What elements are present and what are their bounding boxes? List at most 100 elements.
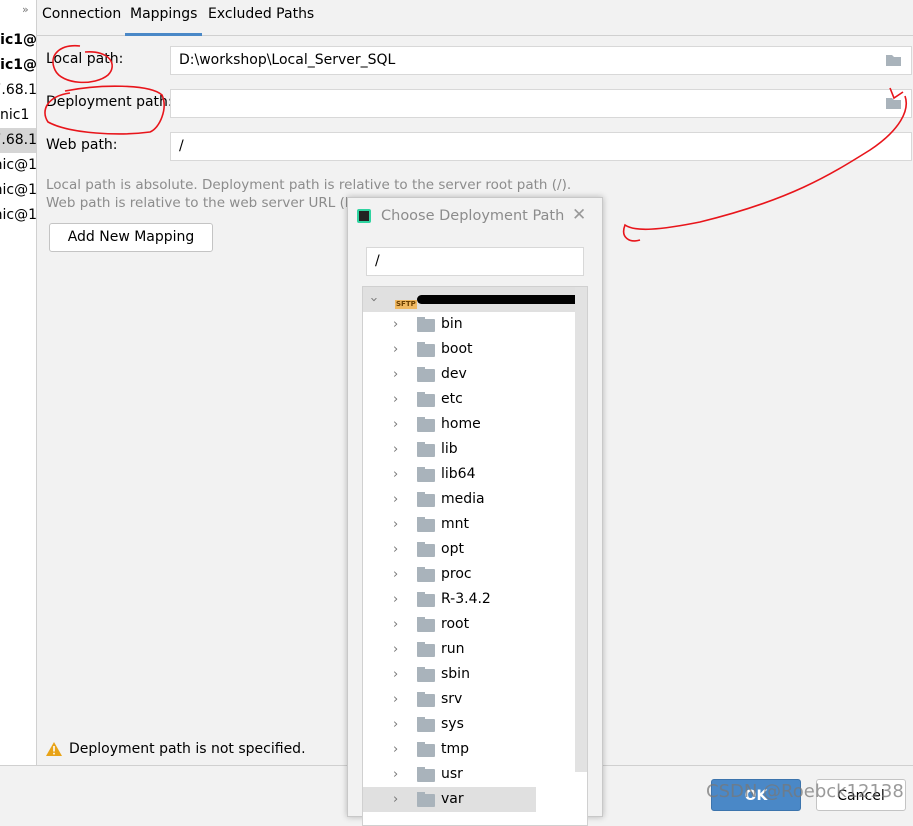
folder-open-icon[interactable]: [885, 97, 903, 110]
dialog-title: Choose Deployment Path: [381, 208, 565, 224]
tree-folder-home[interactable]: › home: [363, 412, 575, 437]
tab-connection[interactable]: Connection: [42, 6, 121, 22]
chevron-right-icon[interactable]: ›: [393, 537, 398, 562]
tab-excluded-paths[interactable]: Excluded Paths: [208, 6, 314, 22]
folder-name: home: [441, 416, 481, 432]
server-name: nic1: [0, 107, 30, 123]
folder-name: bin: [441, 316, 463, 332]
tab-mappings[interactable]: Mappings: [124, 6, 203, 36]
chevron-right-icon[interactable]: ›: [393, 787, 398, 812]
sftp-badge-icon: SFTP: [395, 300, 417, 309]
tree-folder-tmp[interactable]: › tmp: [363, 737, 575, 762]
tree-folder-root[interactable]: › root: [363, 612, 575, 637]
tree-folder-media[interactable]: › media: [363, 487, 575, 512]
tree-folder-sbin[interactable]: › sbin: [363, 662, 575, 687]
folder-name: root: [441, 616, 470, 632]
scrollbar[interactable]: [575, 287, 587, 772]
folder-name: usr: [441, 766, 463, 782]
chevron-right-icon[interactable]: ›: [393, 587, 398, 612]
folder-icon: [417, 642, 435, 657]
chevron-right-icon[interactable]: ›: [393, 512, 398, 537]
folder-icon: [417, 592, 435, 607]
server-list-item[interactable]: nic@1: [0, 178, 37, 203]
server-list-item[interactable]: nic1: [0, 103, 36, 128]
server-name: nic@1: [0, 182, 37, 198]
folder-name: R-3.4.2: [441, 591, 491, 607]
folder-open-icon[interactable]: [885, 54, 903, 67]
tree-folder-sys[interactable]: › sys: [363, 712, 575, 737]
chevron-right-icon[interactable]: ›: [393, 712, 398, 737]
tree-folder-dev[interactable]: › dev: [363, 362, 575, 387]
folder-icon: [417, 617, 435, 632]
chevron-right-icon[interactable]: ›: [393, 437, 398, 462]
tree-folder-boot[interactable]: › boot: [363, 337, 575, 362]
add-new-mapping-button[interactable]: Add New Mapping: [49, 223, 213, 252]
tree-folder-r-3.4.2[interactable]: › R-3.4.2: [363, 587, 575, 612]
file-tree: › SFTP › bin › boot › dev › etc › home › lib › lib64 ›…: [362, 286, 588, 826]
chevron-right-icon[interactable]: ›: [393, 487, 398, 512]
server-list-item[interactable]: 7.68.1: [0, 78, 36, 103]
chevron-right-icon[interactable]: ›: [393, 562, 398, 587]
folder-name: dev: [441, 366, 467, 382]
web-path-value: /: [179, 138, 184, 154]
hint-text: Local path is absolute. Deployment path …: [46, 177, 572, 193]
warning-text: Deployment path is not specified.: [69, 741, 306, 757]
server-name: nic1@: [0, 57, 37, 73]
web-path-input[interactable]: /: [170, 132, 912, 161]
folder-name: run: [441, 641, 465, 657]
local-path-input[interactable]: D:\workshop\Local_Server_SQL: [170, 46, 912, 75]
chevron-right-icon[interactable]: ›: [393, 337, 398, 362]
folder-name: var: [441, 791, 464, 807]
chevron-down-icon[interactable]: ›: [363, 297, 386, 302]
folder-name: etc: [441, 391, 463, 407]
tree-folder-usr[interactable]: › usr: [363, 762, 575, 787]
folder-icon: [417, 342, 435, 357]
redacted-host: [417, 295, 587, 304]
server-name: 7.68.1: [0, 132, 37, 148]
chevron-right-icon[interactable]: ›: [393, 362, 398, 387]
server-list-item[interactable]: nic1@: [0, 28, 36, 53]
server-list-item[interactable]: nic1@: [0, 53, 37, 78]
server-list-item[interactable]: nic@1: [0, 203, 37, 228]
tree-folder-srv[interactable]: › srv: [363, 687, 575, 712]
folder-icon: [417, 317, 435, 332]
chevron-right-icon[interactable]: ›: [393, 662, 398, 687]
chevron-right-icon[interactable]: ›: [393, 737, 398, 762]
close-icon[interactable]: ✕: [572, 205, 586, 225]
tree-folder-proc[interactable]: › proc: [363, 562, 575, 587]
chevron-right-icon[interactable]: ›: [393, 387, 398, 412]
folder-icon: [417, 417, 435, 432]
tree-folder-lib64[interactable]: › lib64: [363, 462, 575, 487]
warning-icon: [46, 742, 62, 756]
folder-icon: [417, 517, 435, 532]
tree-folder-run[interactable]: › run: [363, 637, 575, 662]
tree-folder-bin[interactable]: › bin: [363, 312, 575, 337]
chevron-right-icon[interactable]: ›: [393, 412, 398, 437]
folder-name: sbin: [441, 666, 470, 682]
folder-icon: [417, 767, 435, 782]
folder-name: opt: [441, 541, 464, 557]
hint-text: Web path is relative to the web server U…: [46, 195, 387, 211]
tree-folder-opt[interactable]: › opt: [363, 537, 575, 562]
path-input[interactable]: /: [366, 247, 584, 276]
folder-name: lib64: [441, 466, 476, 482]
tree-root-row[interactable]: › SFTP: [363, 287, 587, 312]
tree-folder-etc[interactable]: › etc: [363, 387, 575, 412]
tree-folder-mnt[interactable]: › mnt: [363, 512, 575, 537]
chevron-right-icon[interactable]: ›: [393, 637, 398, 662]
server-list-item[interactable]: 7.68.1: [0, 128, 37, 153]
chevron-right-icon[interactable]: ›: [393, 762, 398, 787]
deployment-path-label: Deployment path:: [46, 94, 173, 110]
chevron-right-icon[interactable]: ›: [393, 612, 398, 637]
server-list-item[interactable]: nic@1: [0, 153, 36, 178]
deployment-path-input[interactable]: [170, 89, 912, 118]
tree-folder-var[interactable]: › var: [363, 787, 536, 812]
chevron-right-icon[interactable]: ›: [393, 312, 398, 337]
chevron-right-icon[interactable]: ›: [393, 687, 398, 712]
server-name: nic@1: [0, 207, 37, 223]
folder-icon: [417, 742, 435, 757]
folder-name: boot: [441, 341, 473, 357]
chevron-right-icon[interactable]: ›: [393, 462, 398, 487]
expand-icon[interactable]: »: [22, 3, 29, 16]
tree-folder-lib[interactable]: › lib: [363, 437, 575, 462]
